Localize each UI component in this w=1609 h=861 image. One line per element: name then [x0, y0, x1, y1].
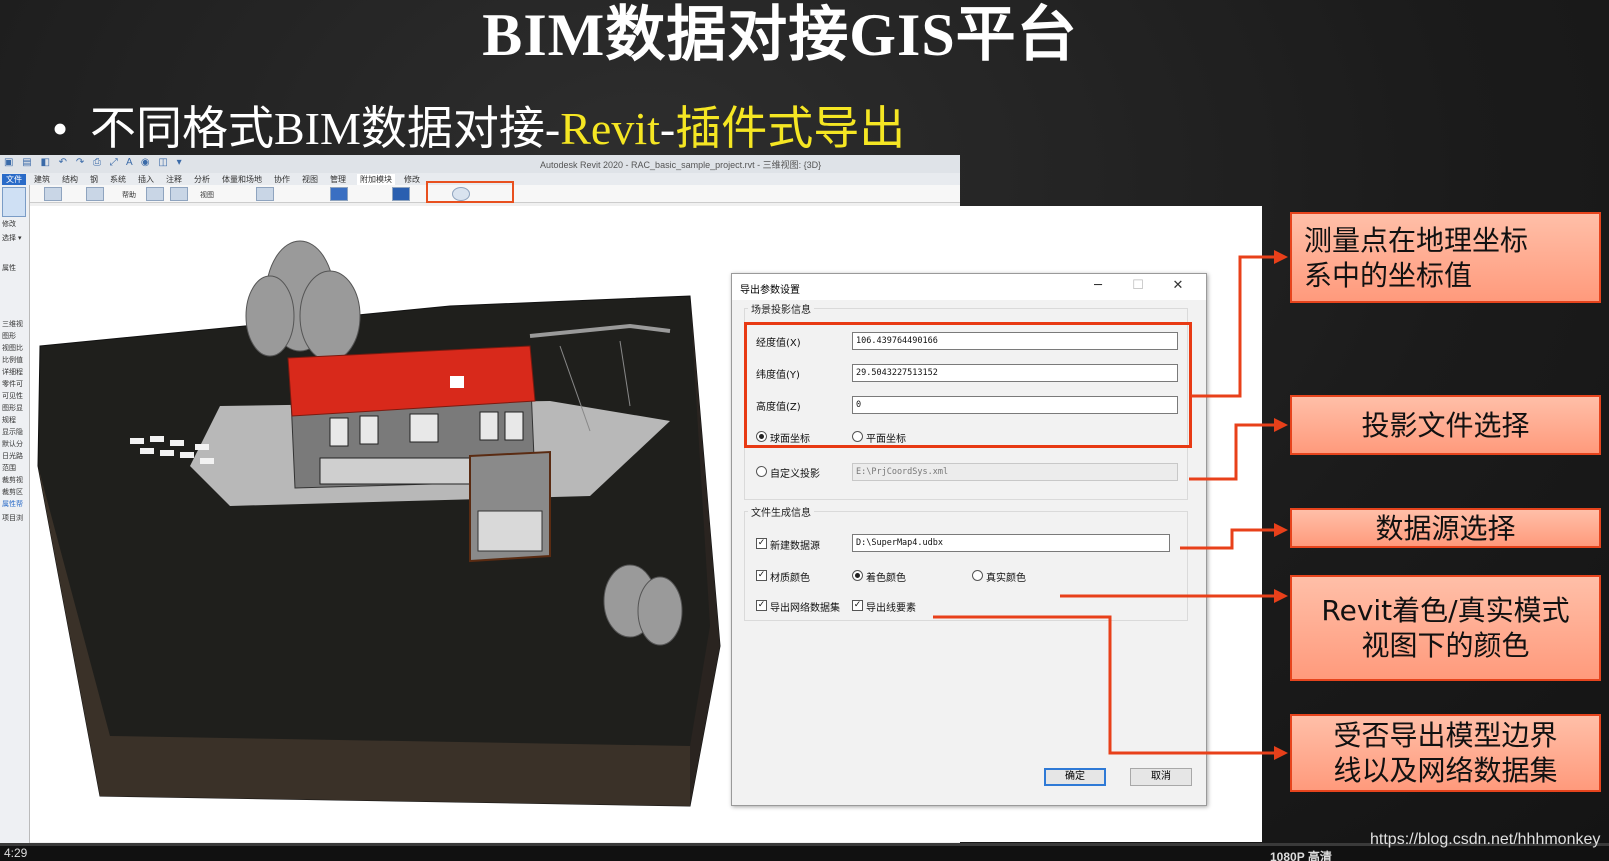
callout-projection-file: 投影文件选择: [1290, 395, 1601, 455]
callout-coordinates-line2: 系中的坐标值: [1304, 258, 1473, 292]
callout-export-line1: 受否导出模型边界: [1333, 719, 1558, 752]
callout-render-color: Revit着色/真实模式 视图下的颜色: [1290, 575, 1601, 681]
video-quality-button[interactable]: 1080P 高清: [1270, 848, 1332, 861]
connector-datasource: [1180, 528, 1276, 550]
callout-datasource: 数据源选择: [1290, 508, 1601, 548]
callout-export-line2: 线以及网络数据集: [1333, 754, 1558, 787]
watermark-url: https://blog.csdn.net/hhhmonkey: [1370, 831, 1601, 848]
callout-datasource-text: 数据源选择: [1375, 511, 1516, 545]
connector-coordinates: [1191, 255, 1276, 398]
video-progress-bar[interactable]: [0, 843, 1609, 846]
callout-projection-text: 投影文件选择: [1361, 408, 1530, 442]
connector-arrowheads: [1274, 250, 1288, 760]
connector-export: [933, 615, 1276, 755]
callout-coordinates: 测量点在地理坐标 系中的坐标值: [1290, 212, 1601, 303]
callout-color-line1: Revit着色/真实模式: [1321, 594, 1570, 627]
video-time: 4:29: [4, 846, 28, 860]
callout-export-lines: 受否导出模型边界 线以及网络数据集: [1290, 714, 1601, 792]
callout-color-line2: 视图下的颜色: [1361, 629, 1530, 662]
connector-projection: [1189, 423, 1276, 481]
callout-coordinates-line1: 测量点在地理坐标: [1304, 223, 1529, 257]
